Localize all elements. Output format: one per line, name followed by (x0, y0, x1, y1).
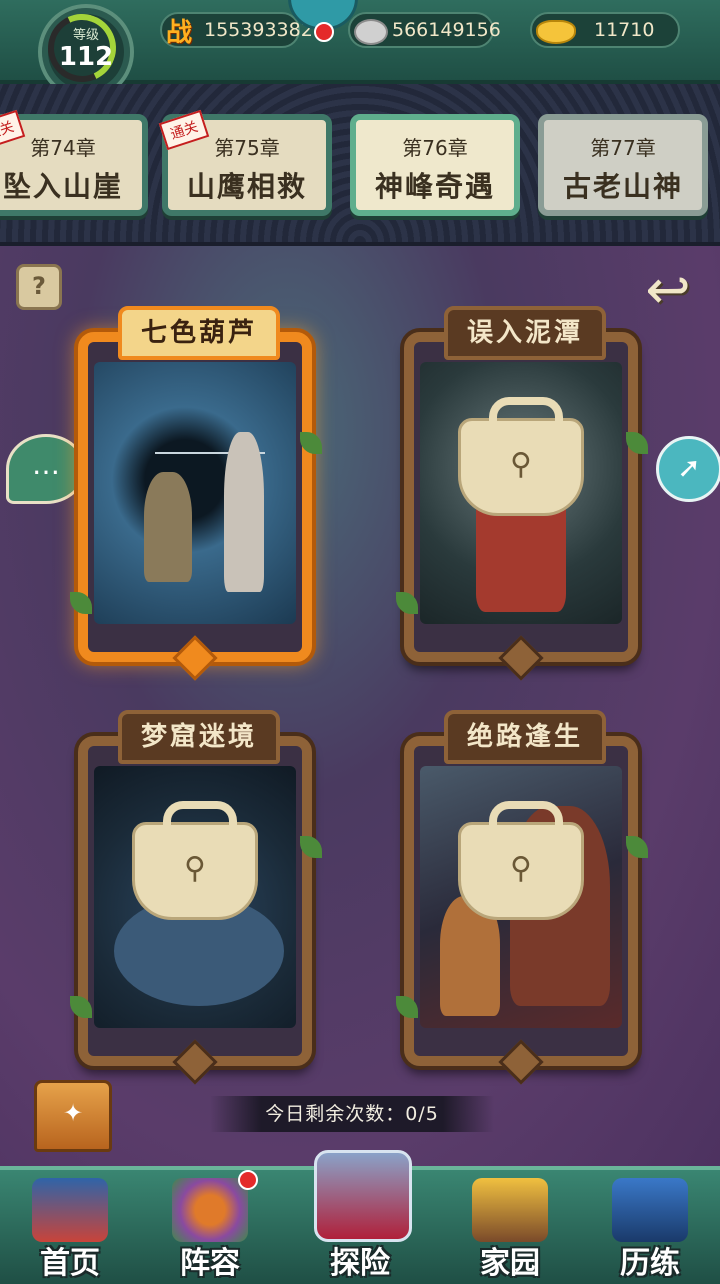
stage-title: 绝路逢生 (444, 710, 606, 764)
nav-home[interactable]: 首页 (10, 1170, 130, 1284)
stage-title: 七色葫芦 (118, 306, 280, 360)
treasure-chest-icon[interactable]: ✦ (34, 1080, 112, 1152)
nav-lineup[interactable]: 阵容 (150, 1170, 270, 1284)
notification-dot (238, 1170, 258, 1190)
nav-label: 阵容 (180, 1246, 240, 1281)
remaining-attempts: 今日剩余次数：0/5 (210, 1096, 494, 1132)
back-arrow-icon[interactable]: ↩ (632, 260, 704, 322)
stage-illustration: ⚲ (420, 766, 622, 1028)
nav-explore[interactable]: 探险 (300, 1150, 420, 1284)
chat-icon[interactable]: … (6, 434, 86, 504)
crystal-gate-icon (314, 1150, 412, 1242)
rocket-icon[interactable]: ➚ (656, 436, 720, 502)
leaf-decoration (626, 432, 648, 454)
chapter-name: 山鹰相救 (186, 170, 307, 203)
coin-icon (354, 19, 388, 45)
ingot-icon (536, 20, 576, 44)
coin-value: 566149156 (392, 19, 501, 41)
snake-spirit-figure (224, 432, 264, 592)
leaf-decoration (70, 996, 92, 1018)
stage-illustration: ⚲ (420, 362, 622, 624)
stage-card-3[interactable]: 梦窟迷境 ⚲ (70, 710, 322, 1085)
power-icon: 战 (166, 18, 193, 48)
coin-display[interactable]: 566149156 (348, 12, 501, 48)
nav-label: 探险 (330, 1246, 390, 1281)
bottom-navigation: 首页 阵容 探险 家园 历练 (0, 1150, 720, 1284)
card-gem (172, 1039, 218, 1085)
nav-label: 历练 (620, 1246, 680, 1281)
leaf-decoration (70, 592, 92, 614)
resource-bar: 等级 112 战 155393382 566149156 11710 (0, 0, 720, 100)
chapter-name: 神峰奇遇 (374, 170, 495, 203)
old-man-figure (144, 472, 192, 582)
chapter-number: 第76章 (402, 136, 468, 160)
gourds-icon (172, 1178, 248, 1242)
stage-card-4[interactable]: 绝路逢生 ⚲ (396, 710, 648, 1085)
leaf-decoration (396, 996, 418, 1018)
chapter-tab-75[interactable]: 第75章 山鹰相救 通关 (158, 109, 332, 216)
stage-title: 梦窟迷境 (118, 710, 280, 764)
level-caption: 等级 (72, 28, 99, 43)
stage-card-2[interactable]: 误入泥潭 ⚲ (396, 306, 648, 681)
help-icon[interactable]: ? (16, 264, 62, 310)
ingot-display[interactable]: 11710 (530, 12, 680, 48)
stage-illustration (94, 362, 296, 624)
nav-homestead[interactable]: 家园 (450, 1170, 570, 1284)
nav-training[interactable]: 历练 (590, 1170, 710, 1284)
mountain-sword-icon (612, 1178, 688, 1242)
stage-illustration: ⚲ (94, 766, 296, 1028)
lock-icon: ⚲ (132, 800, 258, 920)
chapter-tab-77[interactable]: 第77章 古老山神 (538, 114, 708, 216)
card-gem (498, 1039, 544, 1085)
chapter-number: 第77章 (590, 136, 656, 160)
level-value: 112 (58, 42, 114, 72)
leaf-decoration (626, 836, 648, 858)
leaf-decoration (396, 592, 418, 614)
lock-icon: ⚲ (458, 396, 584, 516)
gate-icon (32, 1178, 108, 1242)
chapter-name: 古老山神 (562, 170, 683, 203)
ingot-value: 11710 (594, 19, 655, 41)
power-display: 战 155393382 (160, 12, 313, 48)
card-gem (172, 635, 218, 681)
house-icon (472, 1178, 548, 1242)
chapter-name: 坠入山崖 (2, 170, 123, 203)
nav-label: 首页 (40, 1246, 100, 1281)
lock-icon: ⚲ (458, 800, 584, 920)
chapter-tab-74[interactable]: 第74章 坠入山崖 通关 (0, 109, 148, 216)
chapter-selector: 第74章 坠入山崖 通关 第75章 山鹰相救 通关 第76章 神峰奇遇 第77章… (0, 84, 720, 246)
card-gem (498, 635, 544, 681)
leaf-decoration (300, 432, 322, 454)
notification-dot (314, 22, 334, 42)
power-value: 155393382 (204, 19, 313, 41)
nav-label: 家园 (480, 1246, 540, 1281)
stage-title: 误入泥潭 (444, 306, 606, 360)
stage-card-1[interactable]: 七色葫芦 (70, 306, 322, 681)
chapter-tab-76[interactable]: 第76章 神峰奇遇 (350, 114, 520, 216)
stage-select-area: ? ↩ … ➚ 七色葫芦 误入泥潭 ⚲ 梦窟迷境 ⚲ 绝路逢生 ⚲ ✦ 今日剩余… (0, 246, 720, 1166)
leaf-decoration (300, 836, 322, 858)
